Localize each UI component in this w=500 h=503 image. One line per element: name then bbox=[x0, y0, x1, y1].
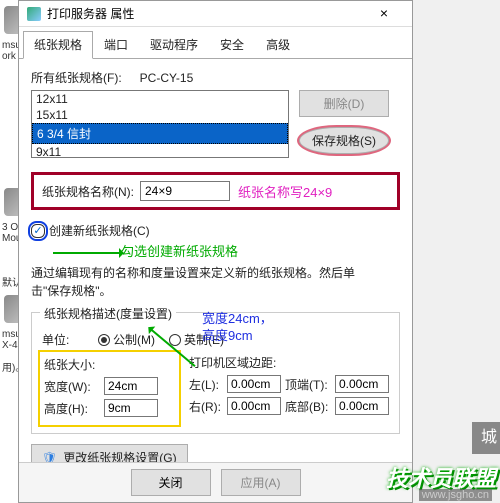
list-item[interactable]: 12x11 bbox=[32, 91, 288, 107]
annotation-name: 纸张名称写24×9 bbox=[238, 182, 332, 201]
tab-drivers[interactable]: 驱动程序 bbox=[139, 31, 209, 58]
create-new-form-label: 创建新纸张规格(C) bbox=[49, 222, 150, 239]
margins-column: 打印机区域边距: 左(L): 顶端(T): 右(R): 底部(B): bbox=[189, 354, 389, 423]
tab-ports[interactable]: 端口 bbox=[93, 31, 139, 58]
printer-icon bbox=[27, 7, 41, 21]
height-label: 高度(H): bbox=[44, 400, 100, 417]
arrow-icon bbox=[53, 252, 123, 254]
width-input[interactable] bbox=[104, 377, 158, 395]
form-name-input[interactable] bbox=[140, 181, 230, 201]
list-item[interactable]: 15x11 bbox=[32, 107, 288, 123]
unit-metric-radio[interactable]: 公制(M) bbox=[98, 331, 155, 348]
create-new-form-row: ✓ 创建新纸张规格(C) bbox=[31, 222, 400, 239]
margin-bottom-input[interactable] bbox=[335, 397, 389, 415]
forms-label: 所有纸张规格(F): bbox=[31, 69, 122, 86]
dialog-body: 所有纸张规格(F): PC-CY-15 12x11 15x11 6 3/4 信封… bbox=[19, 59, 412, 481]
margins-title: 打印机区域边距: bbox=[189, 354, 389, 371]
tab-bar: 纸张规格 端口 驱动程序 安全 高级 bbox=[19, 27, 412, 59]
paper-size-title: 纸张大小: bbox=[44, 356, 175, 373]
delete-button[interactable]: 删除(D) bbox=[299, 90, 389, 117]
window-title: 打印服务器 属性 bbox=[47, 5, 364, 22]
form-name-label: 纸张规格名称(N): bbox=[42, 183, 134, 200]
tab-forms[interactable]: 纸张规格 bbox=[23, 31, 93, 59]
width-label: 宽度(W): bbox=[44, 378, 100, 395]
dialog-footer: 关闭 应用(A) bbox=[19, 462, 412, 502]
annotation-checkbox: 勾选创建新纸张规格 bbox=[121, 241, 400, 260]
forms-listbox[interactable]: 12x11 15x11 6 3/4 信封 9x11 bbox=[31, 90, 289, 158]
margin-right-input[interactable] bbox=[227, 397, 281, 415]
tab-security[interactable]: 安全 bbox=[209, 31, 255, 58]
right-label: 右(R): bbox=[189, 398, 223, 415]
list-item-selected[interactable]: 6 3/4 信封 bbox=[32, 123, 288, 144]
form-name-row: 纸张规格名称(N): 纸张名称写24×9 bbox=[31, 172, 400, 210]
bottom-label: 底部(B): bbox=[285, 398, 331, 415]
annotation-dimensions: 宽度24cm， 高度9cm bbox=[202, 311, 273, 345]
paper-size-column: 纸张大小: 宽度(W): 高度(H): bbox=[42, 354, 177, 423]
form-description-group: 纸张规格描述(度量设置) 宽度24cm， 高度9cm 单位: 公制(M) 英制(… bbox=[31, 312, 400, 434]
group-title: 纸张规格描述(度量设置) bbox=[40, 305, 176, 322]
watermark-side: 城 bbox=[472, 422, 500, 454]
radio-on-icon bbox=[98, 334, 110, 346]
close-dialog-button[interactable]: 关闭 bbox=[131, 469, 211, 496]
margin-top-input[interactable] bbox=[335, 375, 389, 393]
tab-advanced[interactable]: 高级 bbox=[255, 31, 301, 58]
list-item[interactable]: 9x11 bbox=[32, 144, 288, 158]
unit-label: 单位: bbox=[42, 331, 92, 348]
left-label: 左(L): bbox=[189, 376, 223, 393]
watermark-url: www.jsgho.cn bbox=[419, 489, 492, 501]
create-new-form-checkbox[interactable]: ✓ bbox=[31, 224, 45, 238]
titlebar: 打印服务器 属性 × bbox=[19, 1, 412, 27]
height-input[interactable] bbox=[104, 399, 158, 417]
margin-left-input[interactable] bbox=[227, 375, 281, 393]
server-name: PC-CY-15 bbox=[140, 71, 194, 85]
save-form-button[interactable]: 保存规格(S) bbox=[299, 127, 389, 154]
close-button[interactable]: × bbox=[364, 4, 404, 24]
description-text: 通过编辑现有的名称和度量设置来定义新的纸张规格。然后单 击"保存规格"。 bbox=[31, 264, 400, 300]
top-label: 顶端(T): bbox=[285, 376, 331, 393]
print-server-properties-dialog: 打印服务器 属性 × 纸张规格 端口 驱动程序 安全 高级 所有纸张规格(F):… bbox=[18, 0, 413, 503]
apply-button[interactable]: 应用(A) bbox=[221, 469, 301, 496]
